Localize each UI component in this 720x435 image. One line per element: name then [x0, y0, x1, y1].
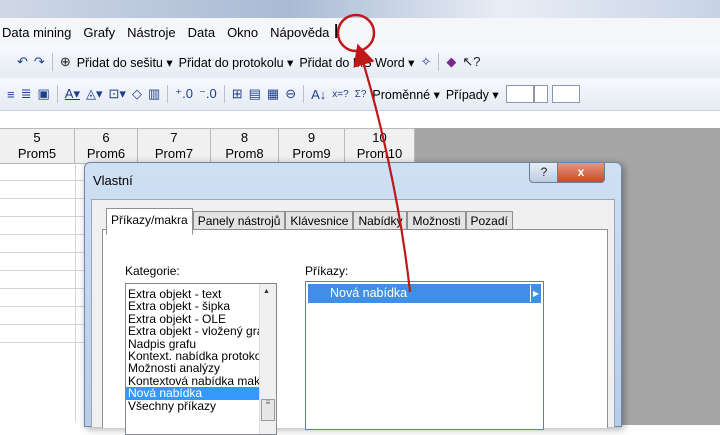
list-item[interactable]: Všechny příkazy	[126, 399, 276, 412]
list-scrollbar[interactable]: ▲ ≡	[259, 284, 276, 434]
list-item[interactable]: Extra objekt - vložený graf	[126, 325, 276, 338]
column-header[interactable]: 10 Prom10	[345, 129, 415, 163]
menu-okno[interactable]: Okno	[221, 25, 264, 40]
pin-icon[interactable]: ✧	[417, 54, 434, 70]
column-name: Prom6	[86, 146, 126, 161]
add-to-workbook-button[interactable]: Přidat do sešitu ▾	[74, 55, 176, 70]
book-icon[interactable]: ◆	[443, 54, 459, 70]
increase-decimal-icon[interactable]: ⁺.0	[172, 86, 196, 102]
toolbar-separator	[51, 53, 53, 71]
style-combo[interactable]	[551, 85, 580, 103]
submenu-arrow-icon: ▶	[530, 285, 541, 302]
column-name: Prom7	[154, 146, 194, 161]
column-name: Prom9	[292, 146, 331, 161]
scroll-thumb[interactable]: ≡	[261, 399, 275, 421]
standard-toolbar: ↶ ↷ ⊕ Přidat do sešitu ▾ Přidat do proto…	[0, 46, 720, 79]
column-name: Prom5	[17, 146, 57, 161]
tab-menus[interactable]: Nabídky	[353, 211, 408, 231]
menu-data-mining[interactable]: Data mining	[0, 25, 77, 40]
column-number: 10	[372, 130, 387, 145]
style-combo[interactable]	[505, 85, 534, 103]
align-right-icon[interactable]: ≣	[18, 86, 35, 102]
column-name: Prom8	[225, 146, 264, 161]
style-combo[interactable]	[533, 85, 548, 103]
sort-icon[interactable]: A↓	[308, 87, 329, 102]
eraser-icon[interactable]: ◇	[129, 86, 145, 102]
decrease-decimal-icon[interactable]: ⁻.0	[196, 86, 220, 102]
commands-list[interactable]: Nová nabídka ▶	[305, 281, 544, 430]
window-top-strip	[0, 0, 720, 18]
tab-commands-macros[interactable]: Příkazy/makra	[106, 208, 193, 235]
fill-color-icon[interactable]: ◬▾	[83, 86, 106, 102]
tab-background[interactable]: Pozadí	[465, 211, 513, 231]
binoculars-icon[interactable]: ⊕	[57, 54, 74, 70]
menu-bar: Data mining Grafy Nástroje Data Okno Náp…	[0, 18, 720, 46]
tab-panel-commands: Kategorie: Příkazy: Extra objekt - text …	[102, 229, 608, 435]
variables-button[interactable]: Proměnné ▾	[369, 87, 442, 102]
image-icon[interactable]: ▦	[264, 86, 282, 102]
help-button[interactable]: ?	[529, 163, 559, 183]
scroll-up-icon[interactable]: ▲	[263, 288, 270, 295]
toolbar-separator	[56, 85, 58, 103]
filter-icon[interactable]: x=?	[329, 89, 351, 100]
add-to-report-button[interactable]: Přidat do protokolu ▾	[176, 55, 297, 70]
dialog-title: Vlastní	[93, 173, 133, 188]
categories-list[interactable]: Extra objekt - text Extra objekt - šipka…	[125, 283, 277, 435]
tab-keyboard[interactable]: Klávesnice	[285, 211, 354, 231]
dialog-body: Příkazy/makra Panely nástrojů Klávesnice…	[91, 199, 615, 435]
toolbar-separator	[167, 85, 169, 103]
list-item[interactable]: Možnosti analýzy	[126, 362, 276, 375]
menu-data[interactable]: Data	[182, 25, 221, 40]
add-to-word-button[interactable]: Přidat do MS Word ▾	[296, 55, 417, 70]
command-label: Nová nabídka	[330, 286, 408, 300]
column-header[interactable]: 7 Prom7	[138, 129, 211, 163]
undo-icon[interactable]: ↶	[14, 54, 31, 70]
commands-label: Příkazy:	[305, 264, 349, 278]
menu-napoveda[interactable]: Nápověda	[264, 25, 335, 40]
column-header[interactable]: 5 Prom5	[0, 129, 75, 163]
command-item-new-menu[interactable]: Nová nabídka ▶	[308, 284, 541, 303]
tab-toolbars[interactable]: Panely nástrojů	[192, 211, 286, 231]
columns-icon[interactable]: ⊞	[229, 86, 246, 102]
toolbar-separator	[303, 85, 305, 103]
column-header[interactable]: 6 Prom6	[75, 129, 138, 163]
merge-icon[interactable]: ▣	[35, 86, 53, 102]
customize-dialog: Vlastní ? x Příkazy/makra Panely nástroj…	[84, 162, 622, 435]
font-color-icon[interactable]: A▾	[62, 86, 83, 102]
categories-label: Kategorie:	[125, 264, 180, 278]
text-cursor-icon: I	[333, 20, 339, 43]
column-number: 7	[170, 130, 178, 145]
column-gridline	[75, 162, 76, 422]
toolbar-separator	[223, 85, 225, 103]
cases-button[interactable]: Případy ▾	[443, 87, 502, 102]
grid-icon[interactable]: ▥	[145, 86, 163, 102]
tab-strip: Příkazy/makra Panely nástrojů Klávesnice…	[106, 208, 513, 235]
menu-grafy[interactable]: Grafy	[77, 25, 121, 40]
tab-options[interactable]: Možnosti	[407, 211, 466, 231]
lock-icon[interactable]: ⊖	[282, 86, 299, 102]
column-header[interactable]: 9 Prom9	[279, 129, 345, 163]
list-item-selected[interactable]: Nová nabídka	[126, 387, 260, 400]
chart-icon[interactable]: ▤	[246, 86, 264, 102]
column-number: 9	[307, 130, 316, 145]
list-item[interactable]: Extra objekt - šipka	[126, 300, 276, 313]
help-pointer-icon[interactable]: ↖?	[459, 54, 483, 70]
column-name: Prom10	[356, 146, 403, 161]
stats-icon[interactable]: Σ?	[352, 89, 370, 100]
align-center-icon[interactable]: ≡	[4, 87, 18, 102]
toolbar-separator	[438, 53, 440, 71]
formatting-toolbar: ≡ ≣ ▣ A▾ ◬▾ ⊡▾ ◇ ▥ ⁺.0 ⁻.0 ⊞ ▤ ▦ ⊖ A↓ x=…	[0, 78, 720, 111]
redo-icon[interactable]: ↷	[31, 54, 48, 70]
column-number: 6	[102, 130, 110, 145]
close-button[interactable]: x	[557, 163, 605, 183]
menu-nastroje[interactable]: Nástroje	[121, 25, 181, 40]
column-header[interactable]: 8 Prom8	[211, 129, 279, 163]
borders-icon[interactable]: ⊡▾	[106, 86, 129, 102]
column-number: 8	[240, 130, 249, 145]
column-number: 5	[33, 130, 41, 145]
